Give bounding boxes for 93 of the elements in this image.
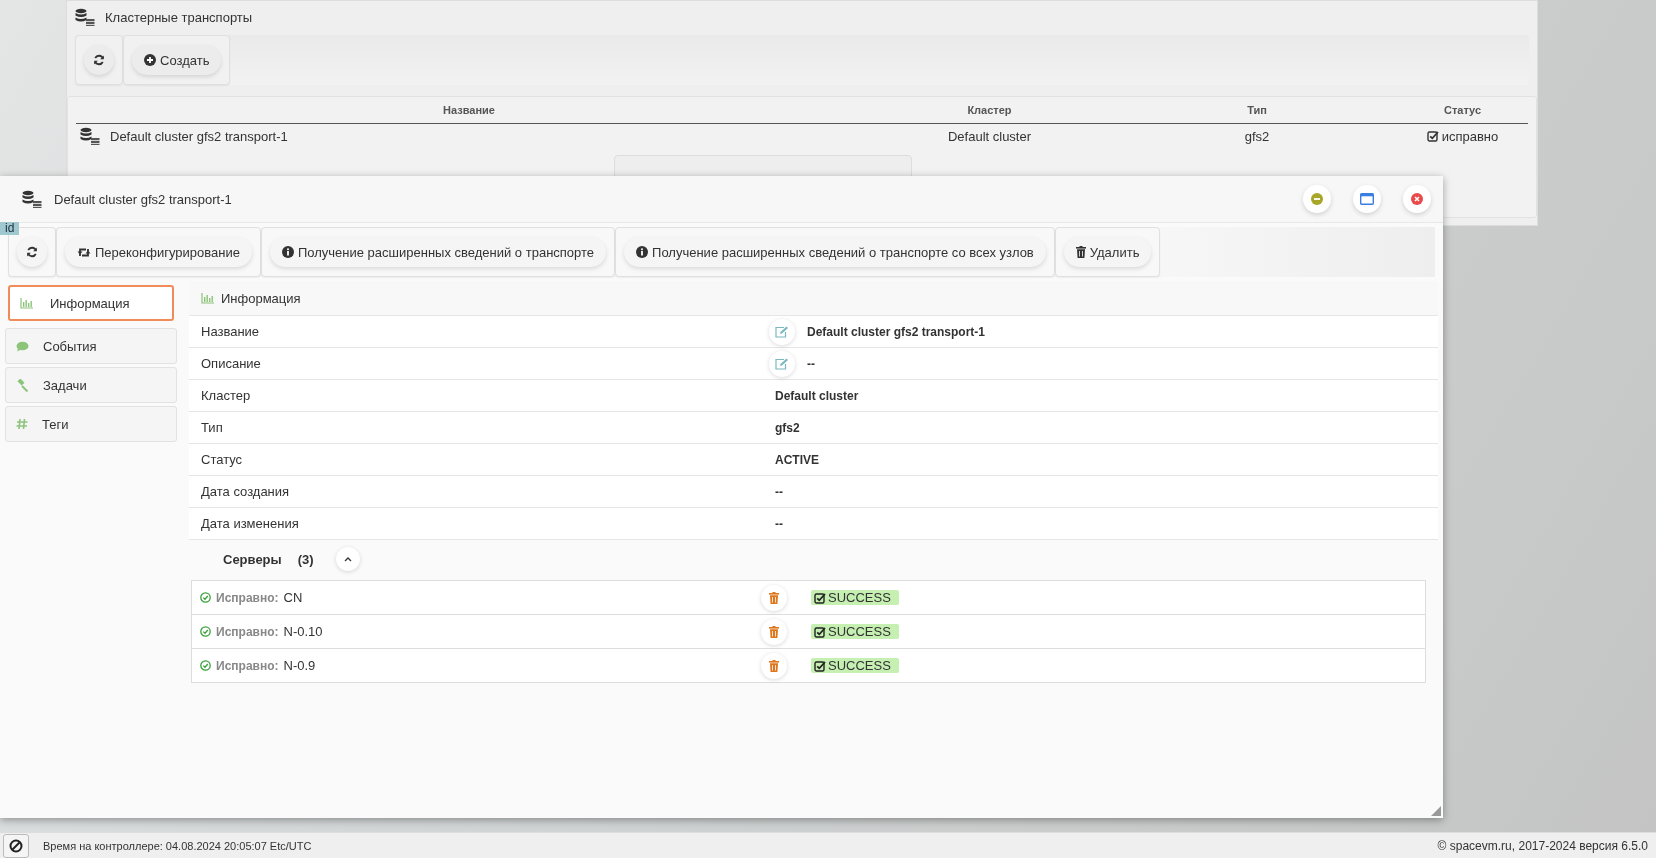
delete-button[interactable] — [761, 584, 787, 611]
chevron-up-icon — [343, 556, 352, 562]
ban-button[interactable] — [3, 833, 29, 858]
info-icon — [281, 246, 294, 258]
hashtag-icon — [16, 418, 28, 430]
delete-button[interactable] — [761, 618, 787, 645]
minus-circle-icon — [1311, 193, 1323, 205]
sidebar-tab[interactable]: Информация — [8, 285, 174, 321]
id-badge: id — [0, 222, 20, 235]
trash-icon — [1075, 246, 1086, 258]
close-icon — [1411, 193, 1423, 205]
field-label: Дата создания — [201, 484, 291, 499]
hammer-icon — [16, 378, 29, 392]
edit-icon — [775, 325, 789, 338]
delete-button[interactable] — [761, 652, 787, 679]
field-value: Default cluster — [775, 388, 859, 403]
minimize-button[interactable] — [1303, 185, 1331, 213]
table-cell: исправно — [1441, 128, 1499, 144]
check-icon — [814, 659, 826, 672]
check-icon — [814, 591, 826, 604]
column-header[interactable]: Название — [76, 104, 862, 116]
sidebar-tab[interactable]: События — [5, 328, 177, 364]
refresh-icon — [26, 246, 38, 258]
sidebar-tab[interactable]: Задачи — [5, 367, 177, 403]
trash-icon — [769, 591, 779, 604]
edit-button[interactable] — [769, 350, 795, 377]
toolbar-button[interactable]: Удалить — [1063, 237, 1152, 267]
copyright-text: © spacevm.ru, 2017-2024 версия 6.5.0 — [1437, 838, 1648, 853]
ban-icon — [9, 838, 23, 853]
toolbar-button[interactable]: Переконфигурирование — [65, 237, 252, 267]
sidebar-tab[interactable]: Теги — [5, 406, 177, 442]
info-icon — [636, 246, 649, 258]
toolbar-button[interactable]: Создать — [132, 45, 222, 75]
trash-icon — [769, 659, 779, 672]
window-icon — [1360, 193, 1374, 205]
controller-time: Время на контроллере: 04.08.2024 20:05:07 Etc/UTC — [43, 839, 312, 852]
check-icon — [1426, 130, 1439, 142]
field-value: -- — [807, 356, 815, 371]
bar-chart-icon — [20, 297, 34, 309]
dialog-title: Default cluster gfs2 transport-1 — [54, 191, 233, 207]
status-badge: SUCCESS — [811, 658, 899, 673]
edit-icon — [775, 357, 789, 370]
edit-button[interactable] — [769, 318, 795, 345]
status-badge: SUCCESS — [811, 624, 899, 639]
status-badge: SUCCESS — [811, 590, 899, 605]
health-label: Исправно: — [216, 624, 279, 639]
servers-heading: Серверы — [223, 551, 282, 567]
speech-bubble-icon — [16, 340, 29, 352]
column-header[interactable]: Статус — [1397, 104, 1528, 116]
column-header[interactable]: Кластер — [862, 104, 1117, 116]
check-circle-icon — [200, 660, 211, 671]
field-value: -- — [775, 516, 783, 531]
window-title: Кластерные транспорты — [105, 9, 253, 25]
field-value: gfs2 — [775, 420, 800, 435]
check-circle-icon — [200, 626, 211, 637]
refresh-icon — [93, 54, 105, 66]
field-label: Описание — [201, 356, 262, 371]
server-name: CN — [283, 590, 303, 605]
field-value: ACTIVE — [775, 452, 819, 467]
check-circle-icon — [200, 592, 211, 603]
section-title: Информация — [221, 290, 301, 306]
servers-count: (3) — [297, 551, 314, 567]
field-label: Кластер — [201, 388, 252, 403]
plus-circle-icon — [144, 54, 156, 66]
field-label: Дата изменения — [201, 516, 300, 531]
refresh-button[interactable] — [17, 237, 47, 267]
database-icon — [75, 8, 95, 26]
field-label: Статус — [201, 452, 244, 467]
maximize-button[interactable] — [1353, 185, 1381, 213]
collapse-button[interactable] — [335, 547, 360, 571]
database-icon — [22, 190, 42, 208]
table-cell: Default cluster gfs2 transport-1 — [110, 128, 288, 144]
resize-handle-icon — [1431, 806, 1441, 816]
health-label: Исправно: — [216, 658, 279, 673]
health-label: Исправно: — [216, 590, 279, 605]
server-name: N-0.9 — [283, 658, 316, 673]
toolbar-button[interactable]: Получение расширенных сведений о транспорте со всех узлов — [624, 237, 1046, 267]
refresh-button[interactable] — [84, 45, 114, 75]
toolbar-button[interactable]: Получение расширенных сведений о транспорте — [269, 237, 607, 267]
column-header[interactable]: Тип — [1117, 104, 1397, 116]
check-icon — [814, 625, 826, 638]
bar-chart-icon — [201, 292, 215, 304]
field-label: Тип — [201, 420, 224, 435]
repeat-arrows-icon — [77, 246, 91, 258]
trash-icon — [769, 625, 779, 638]
server-name: N-0.10 — [283, 624, 323, 639]
close-button[interactable] — [1403, 185, 1431, 213]
database-icon — [80, 127, 100, 145]
table-cell-text: gfs2 — [1243, 128, 1271, 144]
field-value: -- — [775, 484, 783, 499]
field-value: Default cluster gfs2 transport-1 — [807, 324, 986, 339]
field-label: Название — [201, 324, 261, 339]
table-cell-text: Default cluster — [946, 128, 1033, 144]
